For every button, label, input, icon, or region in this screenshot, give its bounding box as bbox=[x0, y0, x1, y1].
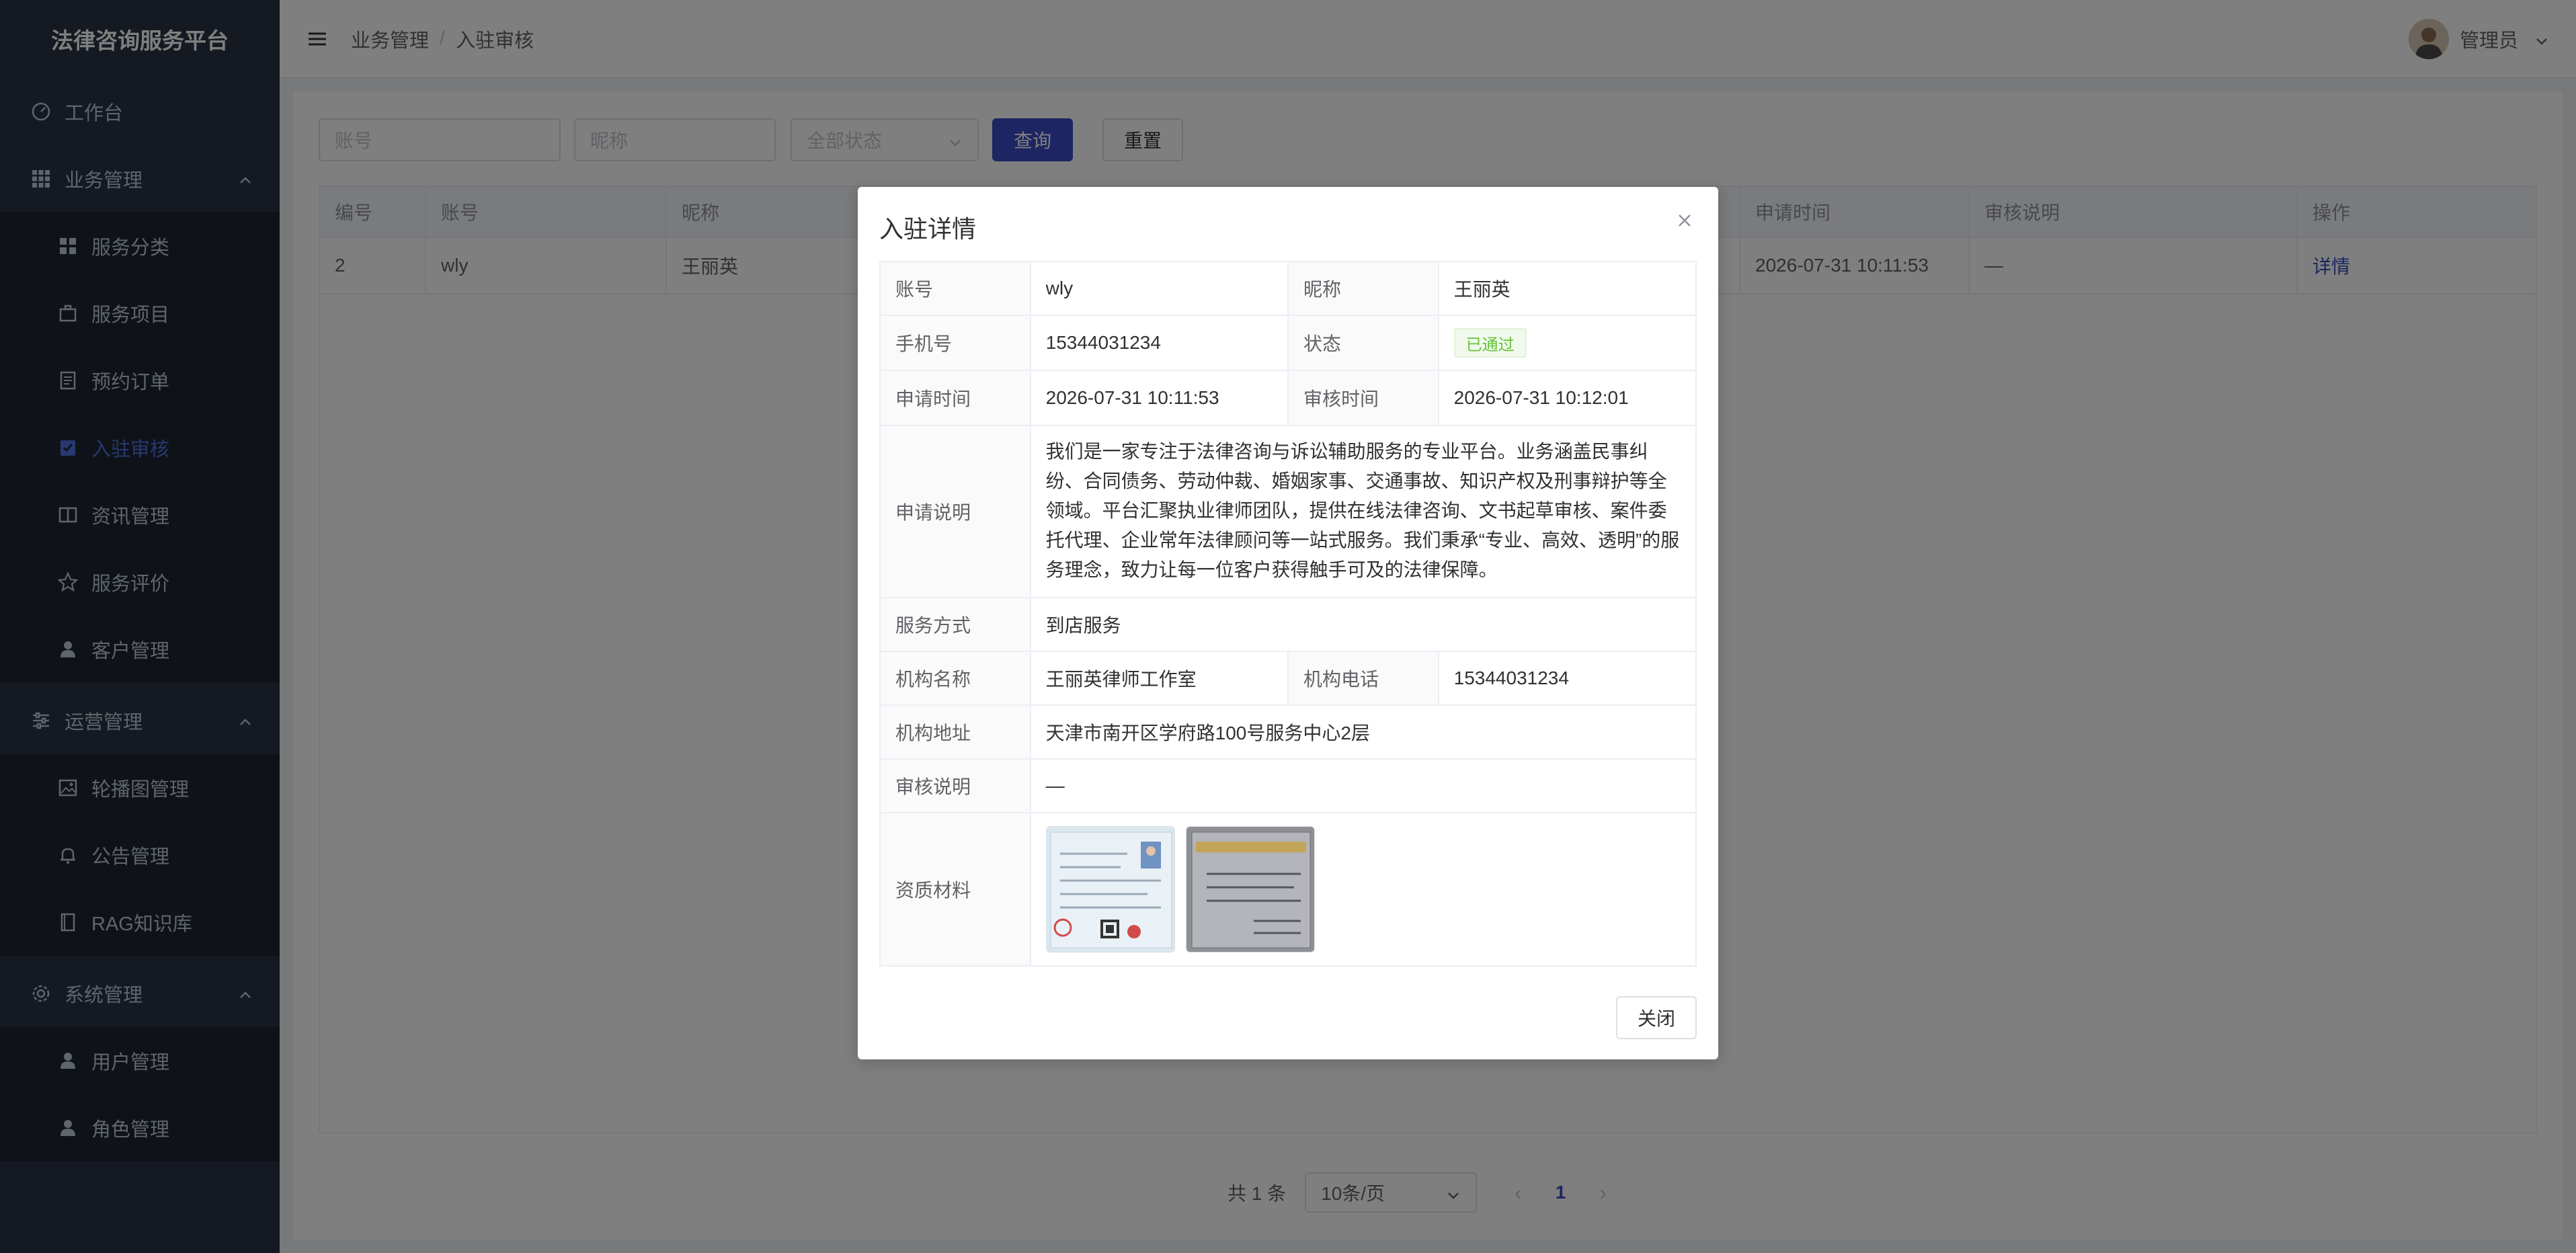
label-apply-desc: 申请说明 bbox=[881, 426, 1031, 597]
value-review-note: — bbox=[1045, 775, 1065, 796]
label-nickname: 昵称 bbox=[1289, 262, 1439, 315]
value-org-phone: 15344031234 bbox=[1453, 668, 1569, 688]
onboarding-detail-dialog: 入驻详情 账号 wly 昵称 王丽英 手机号 15344031234 状态 已通… bbox=[858, 187, 1718, 1059]
value-materials bbox=[1031, 813, 1695, 965]
detail-row: 资质材料 bbox=[881, 813, 1695, 965]
value-review-time: 2026-07-31 10:12:01 bbox=[1453, 387, 1629, 408]
detail-row: 机构地址 天津市南开区学府路100号服务中心2层 bbox=[881, 706, 1695, 760]
close-icon[interactable] bbox=[1675, 211, 1694, 230]
value-nickname: 王丽英 bbox=[1453, 279, 1511, 300]
value-account: wly bbox=[1031, 262, 1289, 315]
detail-row: 申请说明 我们是一家专注于法律咨询与诉讼辅助服务的专业平台。业务涵盖民事纠纷、合… bbox=[881, 426, 1695, 598]
label-service-mode: 服务方式 bbox=[881, 598, 1031, 651]
close-button[interactable]: 关闭 bbox=[1616, 996, 1697, 1039]
label-org-phone: 机构电话 bbox=[1289, 652, 1439, 704]
detail-descriptions: 账号 wly 昵称 王丽英 手机号 15344031234 状态 已通过 申请时… bbox=[879, 261, 1697, 967]
value-apply-desc: 我们是一家专注于法律咨询与诉讼辅助服务的专业平台。业务涵盖民事纠纷、合同债务、劳… bbox=[1045, 441, 1680, 580]
label-org-name: 机构名称 bbox=[881, 652, 1031, 704]
value-org-name: 王丽英律师工作室 bbox=[1031, 652, 1289, 704]
detail-row: 申请时间 2026-07-31 10:11:53 审核时间 2026-07-31… bbox=[881, 371, 1695, 426]
value-status: 已通过 bbox=[1439, 316, 1695, 370]
label-review-note: 审核说明 bbox=[881, 760, 1031, 812]
license-image-1[interactable] bbox=[1045, 826, 1175, 953]
detail-row: 服务方式 到店服务 bbox=[881, 598, 1695, 652]
label-review-time: 审核时间 bbox=[1289, 371, 1439, 425]
status-badge: 已通过 bbox=[1453, 328, 1527, 358]
label-account: 账号 bbox=[881, 262, 1031, 315]
label-phone: 手机号 bbox=[881, 316, 1031, 370]
value-apply-time: 2026-07-31 10:11:53 bbox=[1031, 371, 1289, 425]
dialog-title: 入驻详情 bbox=[879, 215, 977, 243]
detail-row: 机构名称 王丽英律师工作室 机构电话 15344031234 bbox=[881, 652, 1695, 706]
value-org-address: 天津市南开区学府路100号服务中心2层 bbox=[1045, 723, 1370, 743]
detail-row: 手机号 15344031234 状态 已通过 bbox=[881, 316, 1695, 371]
label-org-address: 机构地址 bbox=[881, 706, 1031, 758]
value-service-mode: 到店服务 bbox=[1045, 615, 1121, 636]
label-apply-time: 申请时间 bbox=[881, 371, 1031, 425]
detail-row: 审核说明 — bbox=[881, 760, 1695, 813]
license-image-2[interactable] bbox=[1185, 826, 1315, 953]
detail-row: 账号 wly 昵称 王丽英 bbox=[881, 262, 1695, 316]
value-phone: 15344031234 bbox=[1031, 316, 1289, 370]
label-materials: 资质材料 bbox=[881, 813, 1031, 965]
label-status: 状态 bbox=[1289, 316, 1439, 370]
